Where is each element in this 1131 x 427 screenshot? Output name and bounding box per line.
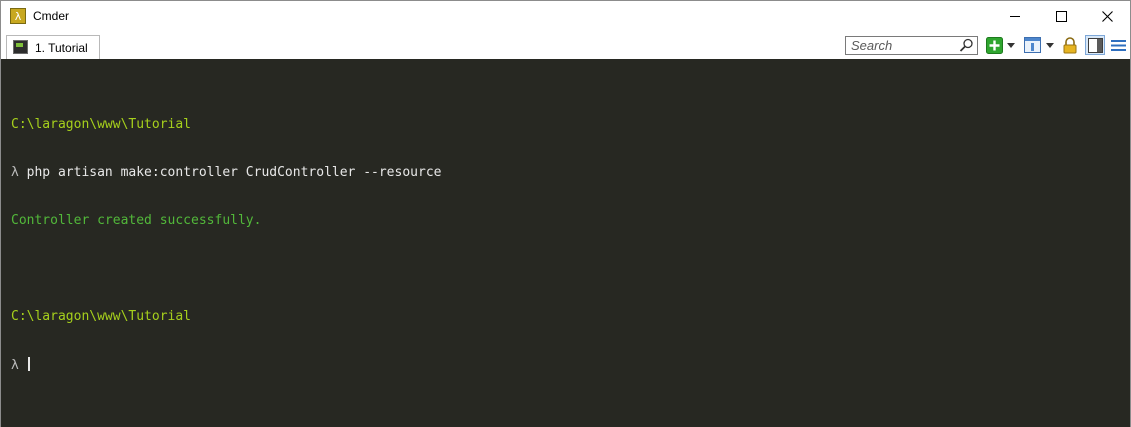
lock-icon: [1063, 36, 1077, 53]
cmder-app-icon[interactable]: λ: [10, 8, 26, 24]
menu-icon: [1110, 39, 1126, 51]
panel-dropdown[interactable]: [1045, 36, 1055, 54]
search-box[interactable]: [845, 36, 978, 55]
close-icon: [1101, 11, 1113, 22]
prompt-path: C:\laragon\www\Tutorial: [11, 117, 192, 132]
text-cursor: [27, 357, 30, 371]
panel-button[interactable]: [1023, 36, 1041, 54]
minimize-button[interactable]: [992, 1, 1038, 32]
cmder-window: λ Cmder 1. Tutorial Search C:\laragon\ww…: [0, 0, 1131, 427]
add-console-button[interactable]: [985, 36, 1003, 54]
command-text: php artisan make:controller CrudControll…: [26, 165, 442, 180]
tab-label: 1. Tutorial: [35, 41, 88, 55]
prompt-path: C:\laragon\www\Tutorial: [11, 309, 192, 324]
lock-button[interactable]: [1062, 36, 1078, 54]
add-console-dropdown[interactable]: [1006, 36, 1016, 54]
panel-icon: [1023, 37, 1041, 53]
split-view-button[interactable]: [1085, 35, 1105, 55]
title-bar[interactable]: λ Cmder: [1, 1, 1130, 32]
console-icon: [13, 40, 28, 54]
maximize-button[interactable]: [1038, 1, 1084, 32]
dropdown-icon: [1046, 42, 1054, 48]
split-view-icon: [1087, 37, 1103, 53]
search-input[interactable]: [848, 38, 964, 53]
tab-tutorial[interactable]: 1. Tutorial: [6, 35, 100, 59]
terminal-output: C:\laragon\www\Tutorial λ php artisan ma…: [11, 85, 441, 405]
close-button[interactable]: [1084, 1, 1130, 32]
menu-button[interactable]: [1109, 36, 1127, 54]
tab-bar: 1. Tutorial: [1, 32, 1130, 59]
dropdown-icon: [1007, 42, 1015, 48]
terminal-console[interactable]: C:\laragon\www\Tutorial λ php artisan ma…: [1, 59, 1130, 427]
minimize-icon: [1010, 16, 1020, 17]
add-console-icon: [985, 36, 1003, 54]
command-output: Controller created successfully.: [11, 213, 262, 228]
prompt-symbol: λ: [11, 358, 19, 373]
search-icon[interactable]: [959, 38, 974, 53]
maximize-icon: [1055, 11, 1067, 22]
prompt-symbol: λ: [11, 165, 19, 180]
window-title: Cmder: [33, 9, 70, 23]
